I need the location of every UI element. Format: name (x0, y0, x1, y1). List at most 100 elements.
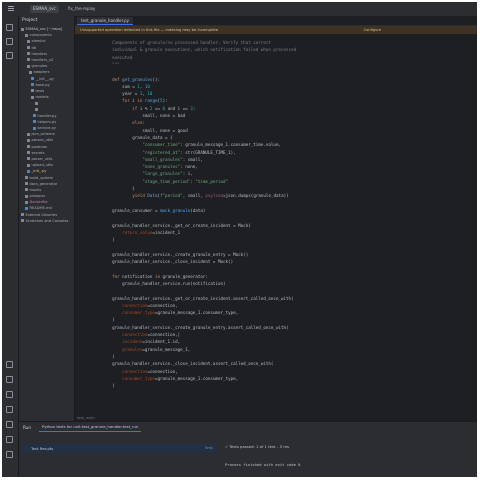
line-number (75, 46, 95, 53)
code-token: range (144, 98, 158, 104)
code-token: : i, (182, 171, 193, 177)
code-token: executed (102, 54, 133, 60)
commit-icon[interactable] (6, 38, 13, 45)
code-line: granules=granule_message_1, (102, 346, 190, 353)
folder-icon (25, 200, 28, 204)
folder-icon (27, 46, 30, 50)
code-token: for (102, 273, 123, 279)
line-number (75, 83, 95, 90)
project-tree-item-label: handlers_v2 (31, 57, 54, 62)
project-tree-item-label: service.py (37, 126, 56, 130)
folder-icon (27, 169, 30, 173)
run-panel-title: Run (23, 425, 32, 430)
code-line: year = 1, 10 (102, 90, 152, 97)
line-number (75, 178, 95, 185)
project-tree-item-label: db (31, 45, 37, 50)
folder-icon (25, 176, 28, 179)
project-tree-item[interactable]: Scratches and Consoles (19, 218, 74, 224)
tab-test-file[interactable]: test_granule_handler.py (77, 17, 134, 25)
folder-icon (35, 101, 38, 105)
code-token: : none, (180, 164, 198, 170)
folder-icon (27, 52, 30, 56)
code-token: connection (102, 332, 148, 337)
code-line: executed (102, 54, 132, 61)
project-tree-item-label: models (35, 95, 49, 100)
line-number (75, 134, 95, 141)
code-line: consumer_type=granule_message_1.consumer… (102, 309, 238, 316)
project-tree-item-label: base.py (35, 82, 50, 87)
code-token: granule_handler_service._close_incident … (102, 259, 234, 264)
code-token: : small, (182, 156, 203, 162)
code-line: ) (102, 236, 115, 243)
line-number (75, 222, 95, 229)
structure-icon[interactable] (6, 52, 13, 59)
notifications-icon[interactable] (6, 451, 13, 458)
code-token: granules (102, 346, 143, 352)
warning-banner-text: Unsupported operation detected in this f… (80, 28, 219, 32)
test-duration: 5ms (205, 446, 213, 450)
line-number (75, 207, 95, 214)
line-number (75, 243, 95, 250)
code-line: granule_handler_service._get_or_create_i… (102, 295, 294, 302)
project-view-icon[interactable] (6, 24, 13, 31)
version-control-icon[interactable] (6, 436, 13, 443)
project-switcher[interactable]: ESMAA_svc (30, 5, 59, 13)
project-tree-item-label: secrets (31, 150, 45, 155)
line-number (75, 97, 95, 104)
code-token: small, none = bad (102, 113, 186, 118)
line-number (75, 149, 95, 156)
code-token: =granule_message_1.consumer_type, (154, 375, 239, 381)
code-line: ) (102, 353, 115, 360)
services-icon[interactable] (6, 391, 13, 398)
code-token: : (192, 105, 196, 111)
folder-icon (31, 95, 34, 99)
line-number (75, 119, 95, 126)
folder-icon (25, 194, 28, 198)
code-token: granule_data = { (102, 134, 173, 140)
code-line: def get_granules(): (102, 76, 160, 83)
code-line: individual & granule executions, which n… (102, 46, 296, 53)
folder-icon (33, 126, 36, 130)
code-token: Components of granule/no processed handl… (102, 40, 271, 45)
code-token: ) (102, 317, 115, 323)
folder-icon (27, 58, 30, 62)
line-number (75, 280, 95, 287)
code-token: granule_handler_service._close_incident.… (102, 361, 274, 367)
project-tree-item-label: handler.py (37, 113, 57, 118)
run-icon[interactable] (6, 361, 13, 368)
problems-icon[interactable] (6, 421, 13, 428)
project-tree-item-label: tests (35, 88, 45, 93)
code-token: ) (102, 383, 115, 389)
project-tree-item-label: upload_utils (31, 163, 54, 168)
code-editor[interactable]: Components of granule/no processed handl… (102, 34, 477, 417)
code-line: consumer_type=granule_message_1.consumer… (102, 375, 238, 382)
code-line: return_value=incident_1 (102, 229, 180, 236)
code-token: =granule_message_1, (142, 346, 191, 352)
line-number (75, 265, 95, 272)
code-token: else (102, 120, 143, 126)
line-number (75, 360, 95, 367)
code-line: } (102, 185, 135, 192)
code-line: "none_granules": none, (102, 163, 198, 170)
code-line: ) (102, 316, 115, 323)
code-token: (data) (190, 207, 206, 213)
project-tree-item-label: ESMAA_svc [~/repo] (25, 27, 63, 31)
debug-icon[interactable] (6, 376, 13, 383)
folder-icon (27, 138, 30, 142)
code-line: connection=connection,| (102, 331, 180, 338)
code-line: else: (102, 119, 145, 126)
code-token: return_value (102, 229, 153, 235)
hamburger-menu-icon[interactable] (8, 6, 14, 7)
branch-switcher[interactable]: fix_the-replay (68, 5, 95, 13)
run-config-tab[interactable]: Python tests for unit.test_granule_handl… (39, 423, 142, 432)
line-number (75, 68, 95, 75)
banner-action-link[interactable]: Configure (364, 27, 381, 33)
project-tree-item-label: alembic (31, 39, 46, 44)
line-number (75, 185, 95, 192)
code-token: , small, (182, 193, 206, 199)
code-line: if i % 2 == 0 and i == 3: (102, 105, 195, 112)
line-number (75, 251, 95, 258)
code-token: =incident_1.id, (142, 339, 181, 345)
terminal-icon[interactable] (6, 406, 13, 413)
code-token: i % (139, 105, 150, 111)
